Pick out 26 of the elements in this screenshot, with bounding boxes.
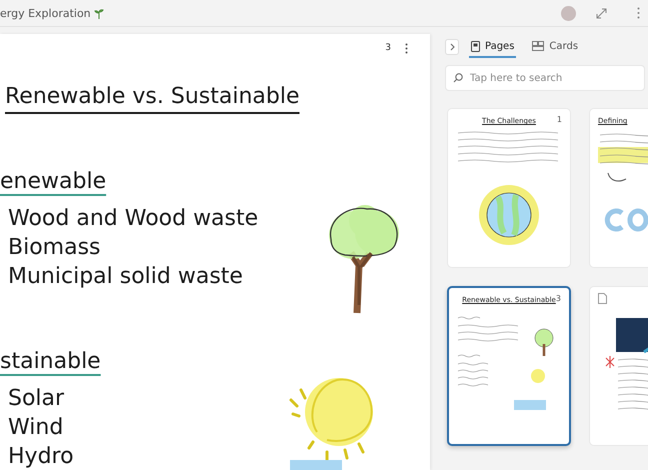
- expand-panel-button[interactable]: [445, 39, 459, 55]
- list-item: Hydro: [8, 443, 74, 470]
- window-title: ergy Exploration: [0, 6, 91, 20]
- cards-icon: [532, 41, 544, 51]
- more-icon[interactable]: [405, 42, 408, 54]
- highlight-stroke: [290, 460, 342, 470]
- list-item: Municipal solid waste: [8, 263, 243, 291]
- section-heading: enewable: [0, 168, 106, 196]
- chevron-right-icon: [450, 43, 454, 51]
- list-item: Wind: [8, 414, 64, 442]
- tab[interactable]: Cards: [530, 36, 580, 58]
- page-number: 3: [556, 294, 561, 303]
- list-item: Wood and Wood waste: [8, 205, 258, 233]
- pdf-icon: [598, 293, 607, 304]
- notebook-icon: [471, 40, 480, 52]
- list-item: Biomass: [8, 234, 101, 262]
- search-field[interactable]: Tap here to search: [445, 65, 645, 91]
- list-item: Solar: [8, 385, 64, 413]
- expand-icon[interactable]: [596, 8, 607, 18]
- page-title: Renewable vs. Sustainable: [5, 83, 300, 111]
- sprout-icon: [94, 7, 104, 19]
- tab[interactable]: Pages: [469, 36, 516, 58]
- page-number: 3: [385, 43, 391, 53]
- section-heading: stainable: [0, 348, 101, 376]
- more-icon[interactable]: [637, 7, 640, 19]
- page-number: 1: [556, 115, 562, 124]
